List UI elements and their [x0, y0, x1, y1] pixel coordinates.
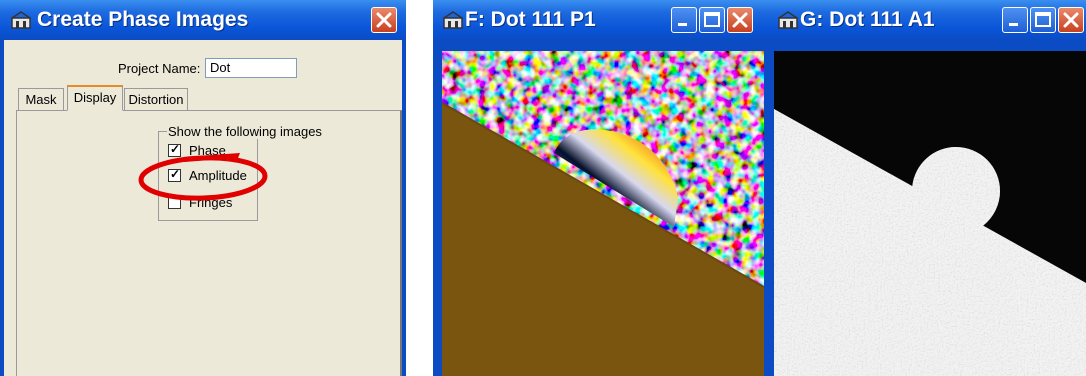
maximize-icon: [704, 12, 720, 27]
app-icon: [778, 11, 798, 29]
project-name-field[interactable]: Dot: [205, 58, 297, 78]
checkbox-amplitude-box[interactable]: ✓: [168, 167, 181, 182]
tab-mask-label: Mask: [25, 92, 57, 107]
window-frame: [402, 40, 406, 376]
minimize-icon: [678, 23, 687, 26]
project-name-value: Dot: [210, 60, 231, 75]
amplitude-image-canvas: [774, 51, 1086, 376]
phase-image: [442, 51, 764, 376]
tab-mask[interactable]: Mask: [18, 88, 64, 110]
app-icon: [11, 11, 31, 29]
phase-image-window: F: Dot 111 P1: [433, 0, 767, 376]
tab-display[interactable]: Display: [67, 85, 123, 111]
close-button[interactable]: [727, 7, 753, 33]
check-icon: ✓: [170, 167, 181, 181]
checkbox-phase-box[interactable]: ✓: [168, 142, 181, 157]
tab-display-label: Display: [73, 90, 117, 105]
tab-distortion[interactable]: Distortion: [124, 88, 188, 110]
create-phase-images-dialog: Create Phase Images Project Name: Dot Ma…: [0, 0, 406, 376]
check-icon: ✓: [170, 142, 181, 156]
dialog-title: Create Phase Images: [37, 8, 249, 31]
checkbox-amplitude[interactable]: ✓ Amplitude: [168, 167, 268, 184]
minimize-button[interactable]: [671, 7, 697, 33]
maximize-button[interactable]: [1030, 7, 1056, 33]
window-g-title: G: Dot 111 A1: [800, 8, 935, 31]
checkbox-fringes[interactable]: Fringes: [168, 195, 258, 211]
close-icon: [1063, 12, 1079, 28]
amplitude-image: [774, 51, 1086, 376]
close-icon: [732, 12, 748, 28]
checkbox-fringes-box[interactable]: [168, 196, 181, 209]
images-groupbox-title: Show the following images: [167, 124, 323, 139]
checkbox-phase-label: Phase: [189, 143, 226, 158]
close-icon: [376, 12, 392, 28]
close-button[interactable]: [371, 7, 397, 33]
minimize-icon: [1009, 23, 1018, 26]
maximize-button[interactable]: [699, 7, 725, 33]
close-button[interactable]: [1058, 7, 1084, 33]
amplitude-image-window: G: Dot 111 A1: [767, 0, 1086, 376]
window-g-titlebar[interactable]: G: Dot 111 A1: [767, 0, 1086, 40]
app-icon: [443, 11, 463, 29]
checkbox-amplitude-label: Amplitude: [189, 168, 247, 183]
dialog-titlebar[interactable]: Create Phase Images: [0, 0, 406, 40]
checkbox-fringes-label: Fringes: [189, 195, 233, 210]
window-f-titlebar[interactable]: F: Dot 111 P1: [433, 0, 767, 40]
project-name-label: Project Name:: [118, 61, 201, 76]
maximize-icon: [1035, 12, 1051, 27]
minimize-button[interactable]: [1002, 7, 1028, 33]
checkbox-phase[interactable]: ✓ Phase: [168, 142, 258, 159]
phase-image-canvas: [442, 51, 764, 376]
dialog-client-area: Project Name: Dot Mask Display Distortio…: [4, 40, 402, 376]
window-f-title: F: Dot 111 P1: [465, 8, 596, 31]
tab-distortion-label: Distortion: [128, 92, 184, 107]
